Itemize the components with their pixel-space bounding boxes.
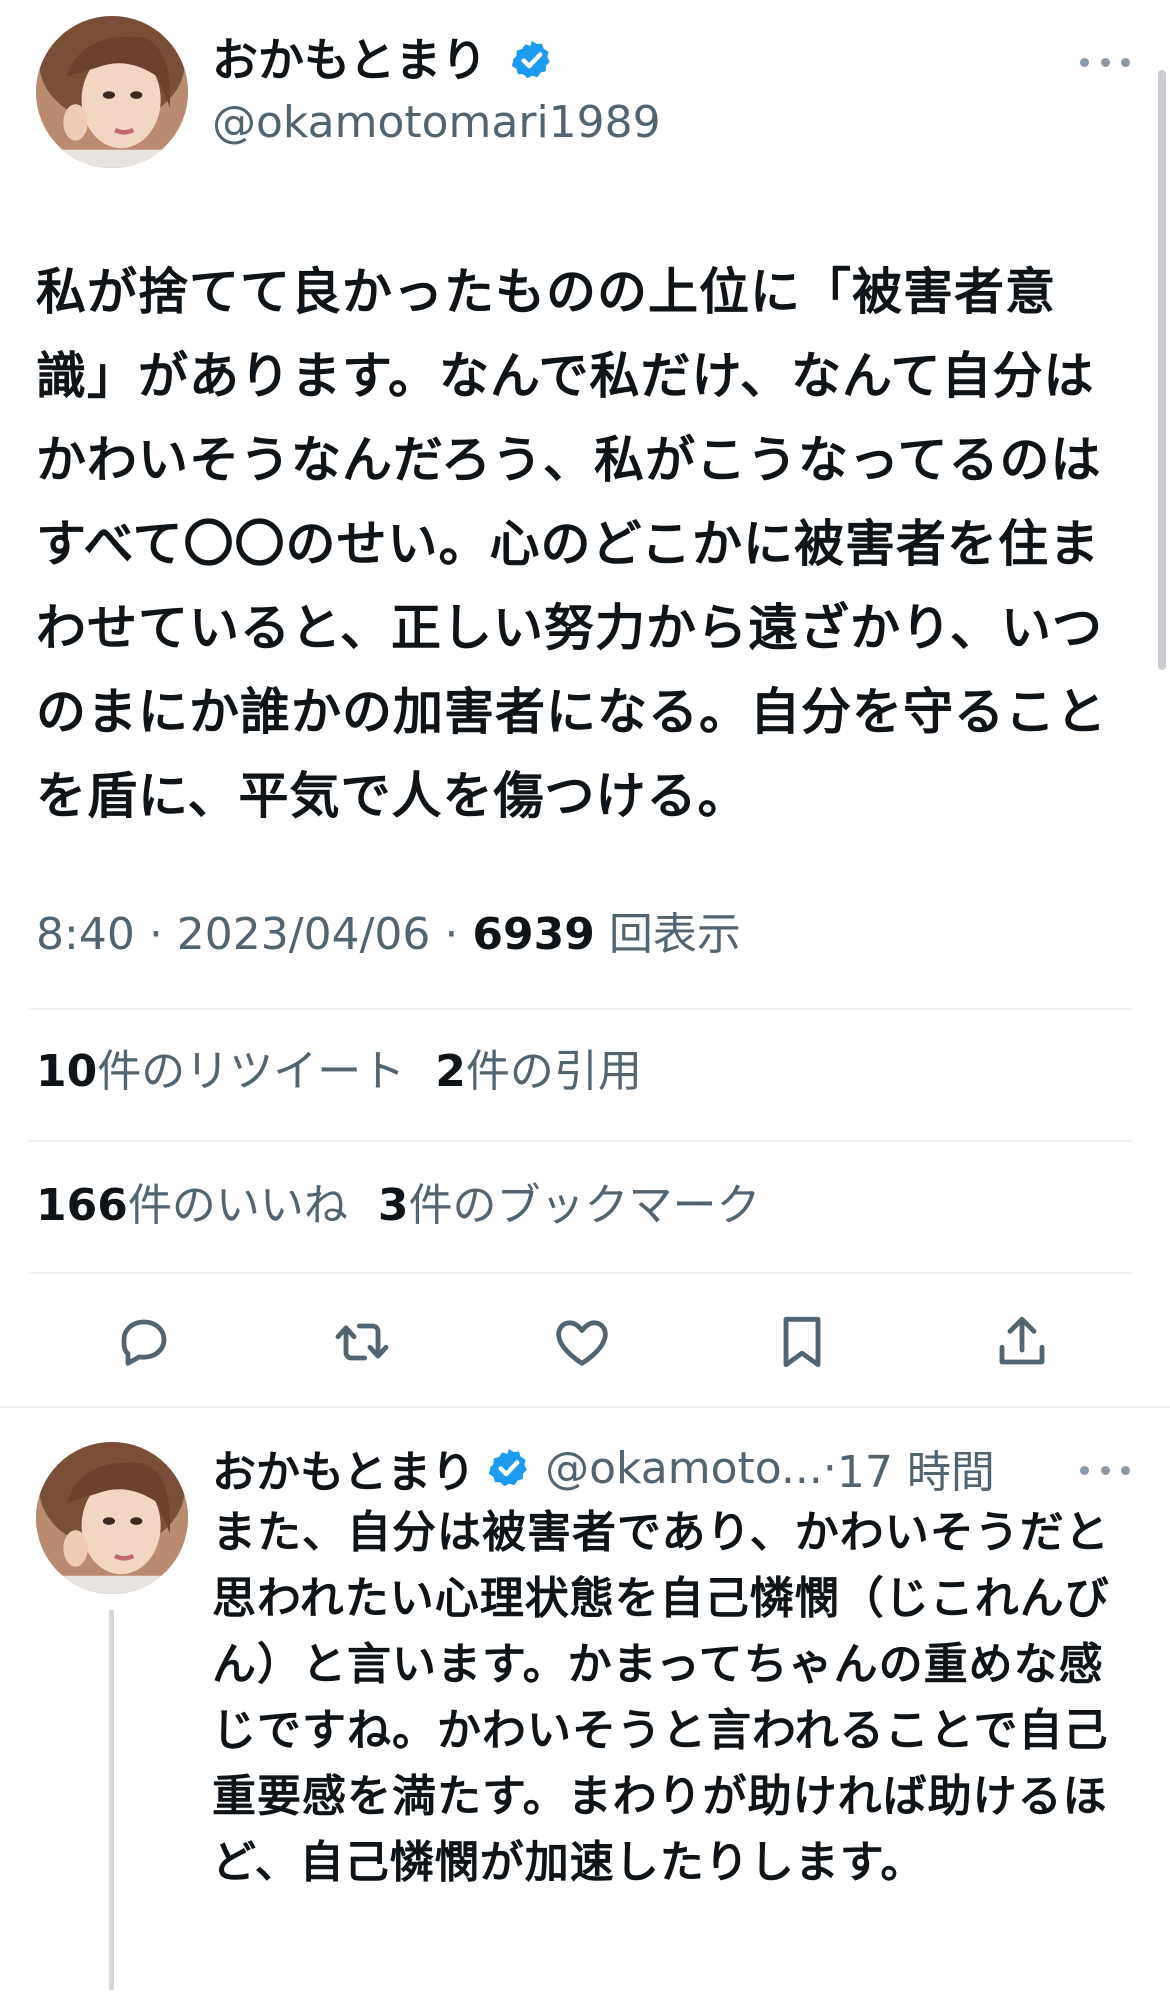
more-options-icon[interactable] xyxy=(1080,52,1130,72)
likes-label: 件のいいね xyxy=(127,1180,348,1231)
reply-icon xyxy=(121,1319,167,1366)
divider xyxy=(28,1008,1133,1010)
bookmark-icon xyxy=(783,1316,821,1368)
likes-stat[interactable]: 166件のいいね xyxy=(36,1180,348,1231)
bookmarks-stat[interactable]: 3件のブックマーク xyxy=(378,1180,761,1231)
retweet-icon xyxy=(335,1323,389,1361)
action-bar xyxy=(0,1310,1170,1380)
reply-text: また、自分は被害者であり、かわいそうだと思われたい心理状態を自己憐憫（じこれんび… xyxy=(212,1507,1110,1888)
author-name[interactable]: おかもとまり xyxy=(212,1436,475,1500)
divider xyxy=(28,1272,1133,1274)
bookmarks-count: 3 xyxy=(377,1180,409,1231)
thread-line xyxy=(109,1610,114,1990)
author-name[interactable]: おかもとまり xyxy=(212,28,487,92)
author-handle[interactable]: @okamoto... xyxy=(545,1443,823,1494)
share-button[interactable] xyxy=(990,1310,1054,1374)
like-button[interactable] xyxy=(550,1310,614,1374)
likes-count: 166 xyxy=(36,1180,128,1231)
share-icon xyxy=(999,1316,1045,1365)
quotes-label: 件の引用 xyxy=(465,1046,642,1097)
avatar[interactable] xyxy=(36,16,188,168)
avatar-photo-icon xyxy=(36,16,188,168)
like-icon xyxy=(556,1320,608,1366)
retweet-button[interactable] xyxy=(330,1310,394,1374)
reply-button[interactable] xyxy=(112,1310,176,1374)
quotes-stat[interactable]: 2件の引用 xyxy=(435,1046,642,1097)
retweets-count: 10 xyxy=(36,1046,98,1097)
avatar[interactable] xyxy=(36,1442,188,1594)
quotes-count: 2 xyxy=(435,1046,466,1097)
tweet-date[interactable]: 2023/04/06 xyxy=(177,909,431,960)
avatar-photo-icon xyxy=(36,1442,188,1594)
views-label: 回表示 xyxy=(608,909,741,960)
separator-dot: · xyxy=(822,1442,837,1494)
bookmark-button[interactable] xyxy=(770,1310,834,1374)
author-handle[interactable]: @okamotomari1989 xyxy=(212,92,661,154)
retweets-label: 件のリツイート xyxy=(97,1046,406,1097)
tweet-time[interactable]: 8:40 xyxy=(36,909,135,960)
bookmarks-label: 件のブックマーク xyxy=(408,1180,761,1231)
divider xyxy=(28,1140,1133,1142)
tweet-meta: 8:40 · 2023/04/06 · 6939 回表示 xyxy=(36,909,741,960)
views-count: 6939 xyxy=(472,909,595,960)
verified-badge-icon xyxy=(488,1448,527,1487)
verified-badge-icon xyxy=(511,40,550,79)
scrollbar[interactable] xyxy=(1158,70,1166,670)
tweet-detail-page: おかもとまり @okamotomari1989 私が捨てて良かったものの上位に「… xyxy=(0,0,1170,2009)
like-bookmark-stats: 166件のいいね 3件のブックマーク xyxy=(36,1176,760,1236)
reply-header: おかもとまり @okamoto... · 17 時間 xyxy=(212,1436,995,1500)
reply-time[interactable]: 17 時間 xyxy=(837,1436,995,1500)
retweet-quote-stats: 10件のリツイート 2件の引用 xyxy=(36,1042,642,1102)
divider xyxy=(0,1406,1170,1408)
retweets-stat[interactable]: 10件のリツイート xyxy=(36,1046,405,1097)
more-options-icon[interactable] xyxy=(1080,1460,1130,1480)
tweet-text: 私が捨てて良かったものの上位に「被害者意識」があります。なんで私だけ、なんて自分… xyxy=(36,263,1107,825)
